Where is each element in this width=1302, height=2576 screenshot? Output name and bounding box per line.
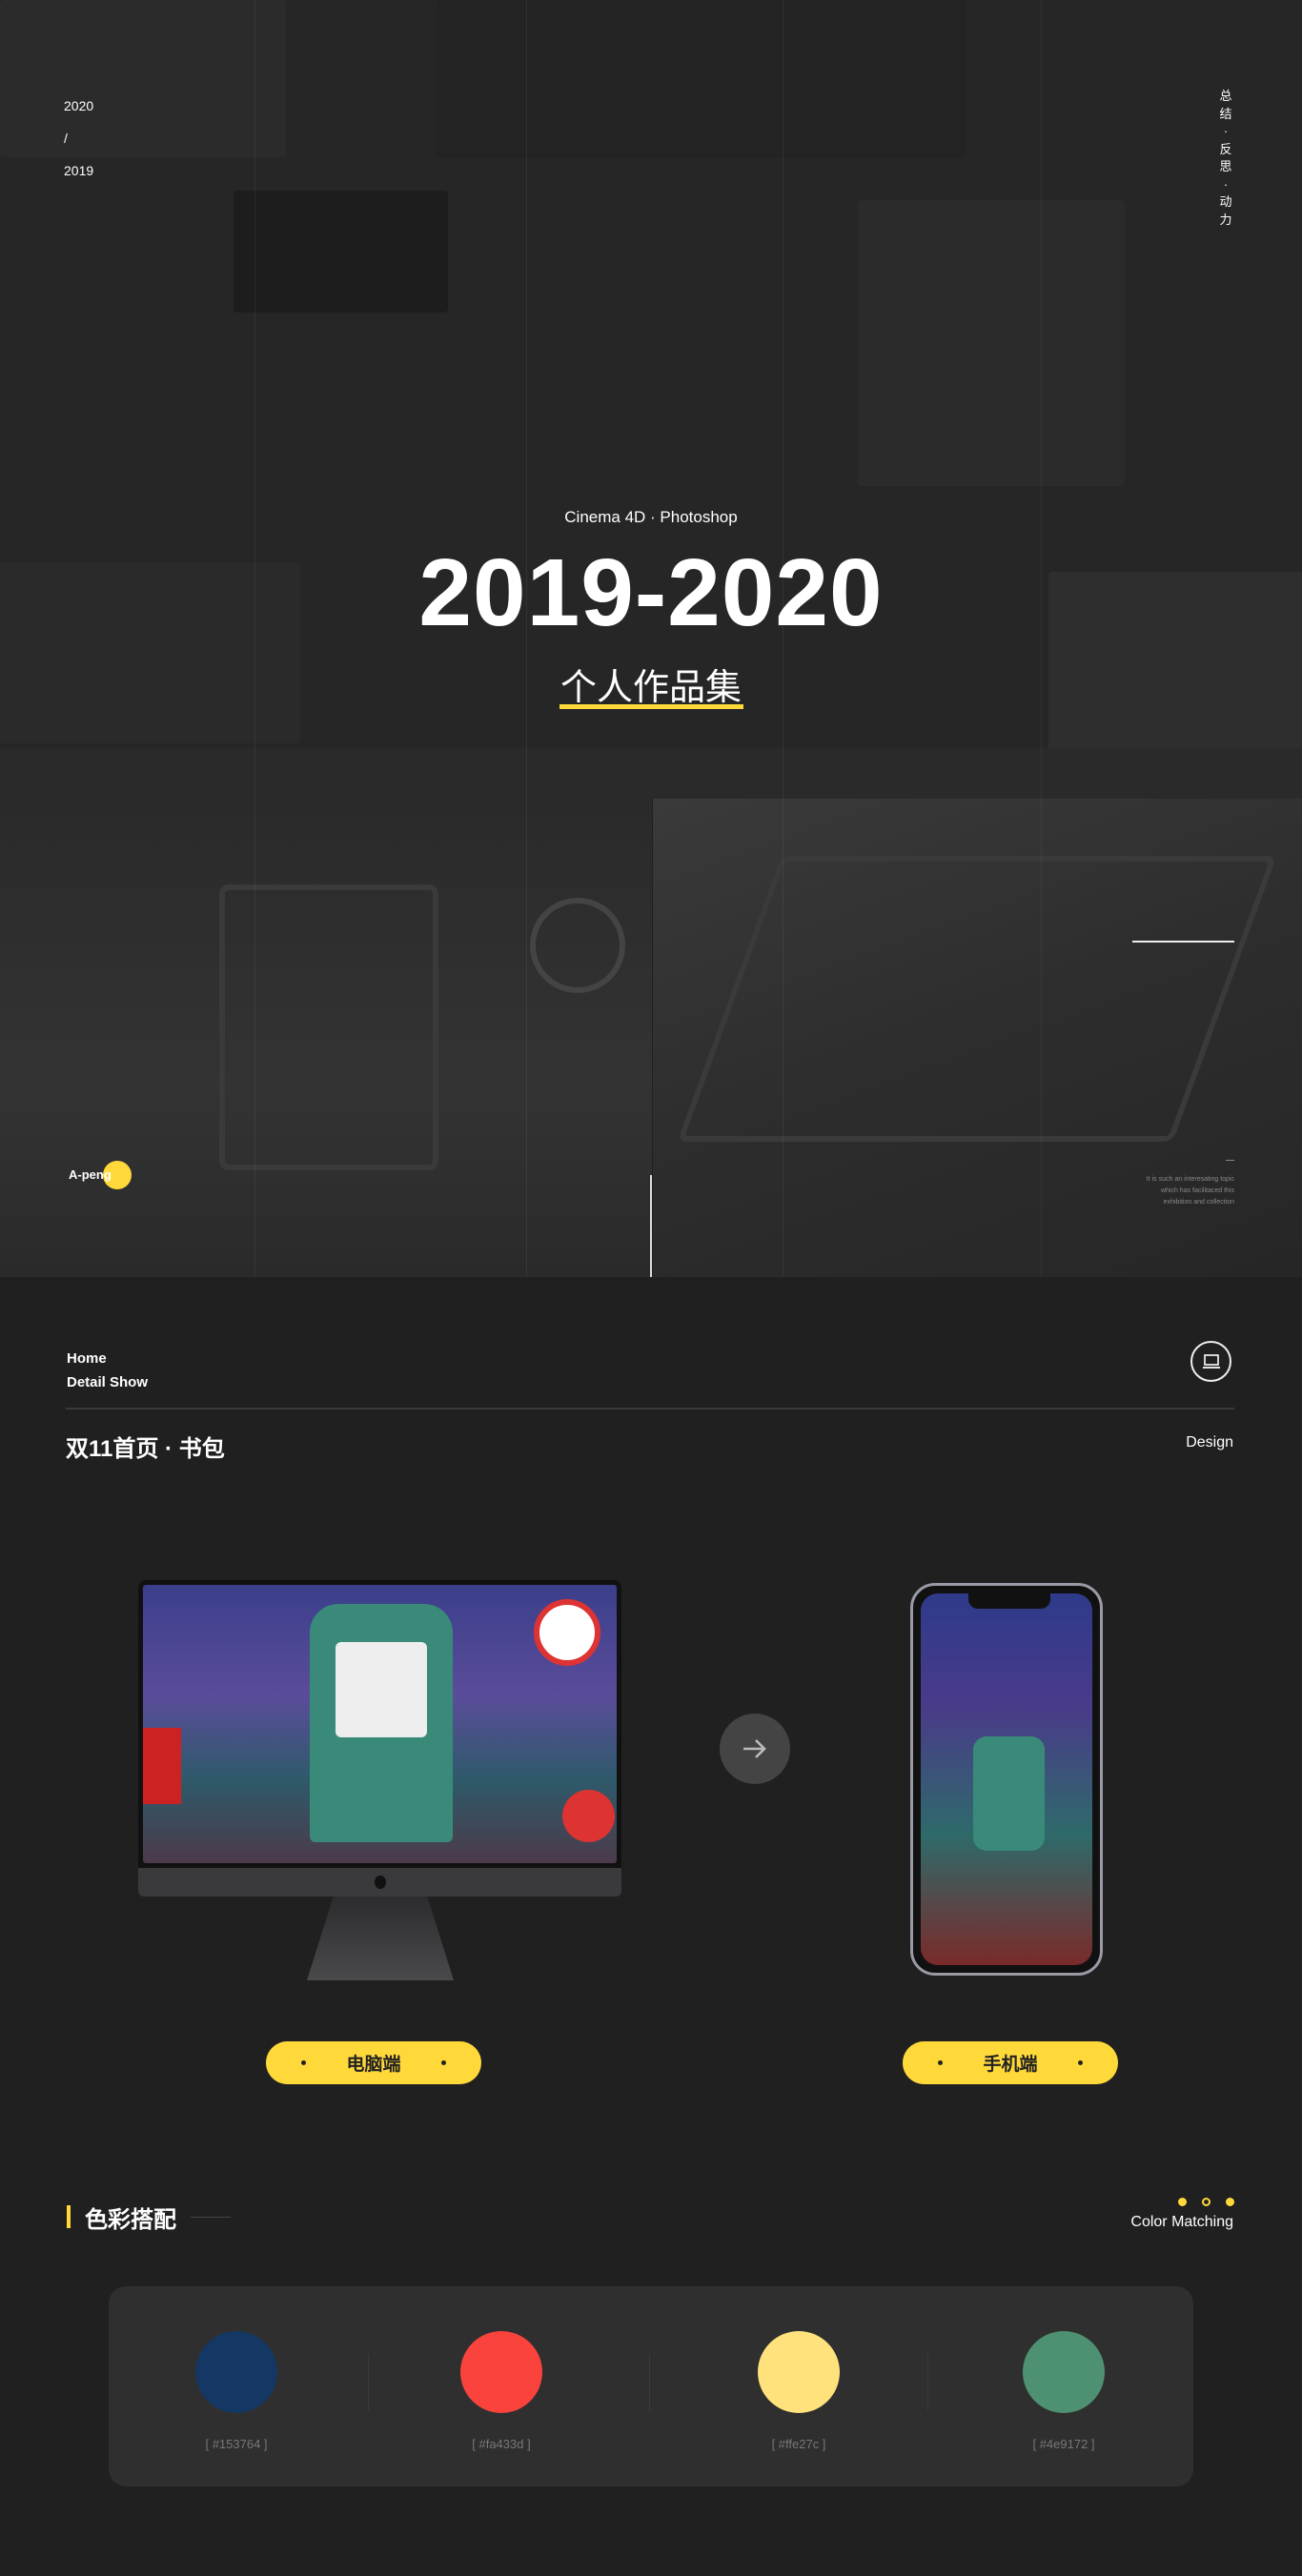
side-tagline: 总结 · 反思 · 动力 — [1218, 88, 1233, 229]
side-char: · — [1223, 176, 1229, 192]
horizontal-accent-line — [1132, 941, 1234, 943]
title-accent-bar — [67, 2205, 71, 2228]
color-swatch-label: [ #153764 ] — [205, 2437, 268, 2451]
side-char: · — [1223, 124, 1229, 138]
color-swatch — [460, 2331, 542, 2413]
year-range-vertical: 2020 / 2019 — [64, 90, 93, 187]
side-char: 结 — [1219, 106, 1232, 121]
divider — [66, 1408, 1234, 1410]
band-caption: It is such an interesating topic which ha… — [1146, 1176, 1234, 1206]
desktop-mockup — [138, 1580, 621, 1868]
arrow-right-icon[interactable] — [720, 1714, 790, 1784]
subtitle-underline — [559, 704, 743, 709]
laptop-icon[interactable] — [1190, 1341, 1231, 1382]
color-swatch-label: [ #4e9172 ] — [1032, 2437, 1095, 2451]
color-section-subtitle: Color Matching — [1130, 2214, 1233, 2230]
color-swatch — [1023, 2331, 1105, 2413]
hero-subtitle: 个人作品集 — [559, 668, 742, 708]
author-label: A-peng — [69, 1167, 112, 1182]
color-swatch — [195, 2331, 277, 2413]
section-title: 双11首页 · 书包 — [66, 1436, 225, 1462]
color-section-title: 色彩搭配 — [85, 2207, 176, 2233]
desktop-button[interactable]: 电脑端 — [266, 2041, 481, 2084]
year-top: 2020 — [64, 98, 94, 113]
mobile-button[interactable]: 手机端 — [903, 2041, 1118, 2084]
side-char: 总 — [1219, 89, 1232, 103]
year-bottom: 2019 — [64, 163, 94, 178]
side-char: 思 — [1219, 159, 1232, 173]
year-separator: / — [64, 131, 68, 146]
breadcrumb: Home Detail Show — [67, 1347, 148, 1394]
vertical-accent-line — [650, 1175, 652, 1277]
design-tag: Design — [1186, 1434, 1233, 1450]
showcase-image-left — [0, 799, 652, 1277]
color-swatch-label: [ #ffe27c ] — [771, 2437, 826, 2451]
monitor-stand — [307, 1897, 454, 1980]
side-char: 力 — [1219, 212, 1232, 227]
tools-label: Cinema 4D · Photoshop — [564, 508, 738, 526]
color-swatch — [758, 2331, 840, 2413]
color-swatch-label: [ #fa433d ] — [472, 2437, 531, 2451]
breadcrumb-detail[interactable]: Detail Show — [67, 1370, 148, 1394]
hero-title: 2019-2020 — [418, 539, 884, 646]
breadcrumb-home[interactable]: Home — [67, 1347, 148, 1370]
phone-mockup — [910, 1583, 1103, 1976]
side-char: 动 — [1219, 194, 1232, 209]
monitor-chin — [138, 1868, 621, 1897]
side-char: 反 — [1219, 141, 1232, 156]
